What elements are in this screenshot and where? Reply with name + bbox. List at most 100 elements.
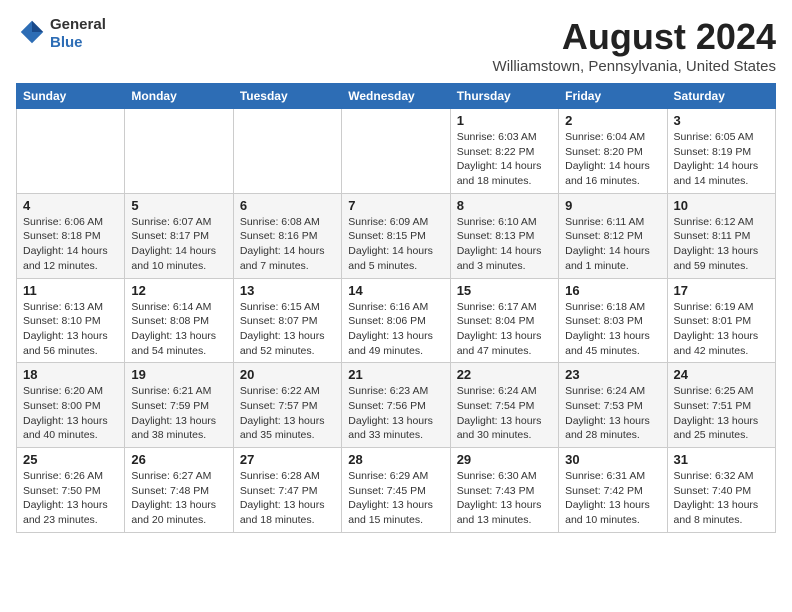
title-block: August 2024 Williamstown, Pennsylvania, … [493, 16, 776, 75]
day-number: 29 [457, 452, 552, 467]
day-number: 26 [131, 452, 226, 467]
day-number: 16 [565, 283, 660, 298]
day-info: Sunrise: 6:24 AMSunset: 7:53 PMDaylight:… [565, 384, 660, 443]
day-number: 4 [23, 198, 118, 213]
day-number: 30 [565, 452, 660, 467]
calendar-cell: 10Sunrise: 6:12 AMSunset: 8:11 PMDayligh… [667, 193, 775, 278]
calendar-week-4: 18 Sunrise: 6:20 AMSunset: 8:00 PMDayligh… [17, 363, 776, 448]
calendar-cell: 2 Sunrise: 6:04 AMSunset: 8:20 PMDaylight… [559, 109, 667, 194]
calendar-cell: 22Sunrise: 6:24 AMSunset: 7:54 PMDayligh… [450, 363, 558, 448]
day-info: Sunrise: 6:10 AMSunset: 8:13 PMDaylight:… [457, 215, 552, 274]
day-number: 25 [23, 452, 118, 467]
day-number: 11 [23, 283, 118, 298]
calendar-cell: 14Sunrise: 6:16 AMSunset: 8:06 PMDayligh… [342, 278, 450, 363]
calendar-week-1: 1 Sunrise: 6:03 AMSunset: 8:22 PMDaylight… [17, 109, 776, 194]
day-info: Sunrise: 6:14 AMSunset: 8:08 PMDaylight:… [131, 300, 226, 359]
day-info: Sunrise: 6:07 AMSunset: 8:17 PMDaylight:… [131, 215, 226, 274]
day-info: Sunrise: 6:26 AMSunset: 7:50 PMDaylight:… [23, 469, 118, 528]
col-friday: Friday [559, 84, 667, 109]
calendar-cell: 27 Sunrise: 6:28 AMSunset: 7:47 PMDayligh… [233, 448, 341, 533]
day-number: 3 [674, 113, 769, 128]
calendar-cell: 13Sunrise: 6:15 AMSunset: 8:07 PMDayligh… [233, 278, 341, 363]
day-info: Sunrise: 6:03 AMSunset: 8:22 PMDaylight:… [457, 130, 552, 189]
col-monday: Monday [125, 84, 233, 109]
calendar-cell: 28 Sunrise: 6:29 AMSunset: 7:45 PMDayligh… [342, 448, 450, 533]
calendar-cell: 3 Sunrise: 6:05 AMSunset: 8:19 PMDaylight… [667, 109, 775, 194]
day-number: 28 [348, 452, 443, 467]
calendar-cell: 20Sunrise: 6:22 AMSunset: 7:57 PMDayligh… [233, 363, 341, 448]
calendar-cell: 8 Sunrise: 6:10 AMSunset: 8:13 PMDaylight… [450, 193, 558, 278]
calendar-cell: 4 Sunrise: 6:06 AMSunset: 8:18 PMDaylight… [17, 193, 125, 278]
calendar-cell: 21 Sunrise: 6:23 AMSunset: 7:56 PMDayligh… [342, 363, 450, 448]
calendar-week-5: 25 Sunrise: 6:26 AMSunset: 7:50 PMDayligh… [17, 448, 776, 533]
day-number: 7 [348, 198, 443, 213]
day-info: Sunrise: 6:11 AMSunset: 8:12 PMDaylight:… [565, 215, 660, 274]
calendar-cell [17, 109, 125, 194]
page-header: General Blue August 2024 Williamstown, P… [16, 16, 776, 75]
day-info: Sunrise: 6:32 AMSunset: 7:40 PMDaylight:… [674, 469, 769, 528]
col-tuesday: Tuesday [233, 84, 341, 109]
day-info: Sunrise: 6:09 AMSunset: 8:15 PMDaylight:… [348, 215, 443, 274]
calendar-cell: 7 Sunrise: 6:09 AMSunset: 8:15 PMDaylight… [342, 193, 450, 278]
day-number: 5 [131, 198, 226, 213]
day-info: Sunrise: 6:20 AMSunset: 8:00 PMDaylight:… [23, 384, 118, 443]
day-info: Sunrise: 6:23 AMSunset: 7:56 PMDaylight:… [348, 384, 443, 443]
day-info: Sunrise: 6:04 AMSunset: 8:20 PMDaylight:… [565, 130, 660, 189]
calendar-cell: 12 Sunrise: 6:14 AMSunset: 8:08 PMDayligh… [125, 278, 233, 363]
day-number: 6 [240, 198, 335, 213]
day-number: 27 [240, 452, 335, 467]
calendar-table: Sunday Monday Tuesday Wednesday Thursday… [16, 83, 776, 533]
day-info: Sunrise: 6:28 AMSunset: 7:47 PMDaylight:… [240, 469, 335, 528]
day-number: 18 [23, 367, 118, 382]
day-number: 1 [457, 113, 552, 128]
day-info: Sunrise: 6:29 AMSunset: 7:45 PMDaylight:… [348, 469, 443, 528]
day-info: Sunrise: 6:08 AMSunset: 8:16 PMDaylight:… [240, 215, 335, 274]
day-number: 2 [565, 113, 660, 128]
calendar-cell: 5 Sunrise: 6:07 AMSunset: 8:17 PMDaylight… [125, 193, 233, 278]
calendar-header: Sunday Monday Tuesday Wednesday Thursday… [17, 84, 776, 109]
header-row: Sunday Monday Tuesday Wednesday Thursday… [17, 84, 776, 109]
day-info: Sunrise: 6:22 AMSunset: 7:57 PMDaylight:… [240, 384, 335, 443]
calendar-cell: 24Sunrise: 6:25 AMSunset: 7:51 PMDayligh… [667, 363, 775, 448]
calendar-cell: 1 Sunrise: 6:03 AMSunset: 8:22 PMDaylight… [450, 109, 558, 194]
subtitle: Williamstown, Pennsylvania, United State… [493, 58, 776, 75]
day-number: 12 [131, 283, 226, 298]
day-number: 23 [565, 367, 660, 382]
col-thursday: Thursday [450, 84, 558, 109]
calendar-cell: 16Sunrise: 6:18 AMSunset: 8:03 PMDayligh… [559, 278, 667, 363]
calendar-cell: 19Sunrise: 6:21 AMSunset: 7:59 PMDayligh… [125, 363, 233, 448]
col-sunday: Sunday [17, 84, 125, 109]
day-info: Sunrise: 6:27 AMSunset: 7:48 PMDaylight:… [131, 469, 226, 528]
logo-blue: Blue [50, 34, 106, 52]
calendar-cell: 25 Sunrise: 6:26 AMSunset: 7:50 PMDayligh… [17, 448, 125, 533]
calendar-cell [233, 109, 341, 194]
day-number: 15 [457, 283, 552, 298]
calendar-cell: 17Sunrise: 6:19 AMSunset: 8:01 PMDayligh… [667, 278, 775, 363]
calendar-cell [125, 109, 233, 194]
day-info: Sunrise: 6:31 AMSunset: 7:42 PMDaylight:… [565, 469, 660, 528]
col-wednesday: Wednesday [342, 84, 450, 109]
logo-icon [18, 18, 46, 46]
day-info: Sunrise: 6:06 AMSunset: 8:18 PMDaylight:… [23, 215, 118, 274]
calendar-cell: 26 Sunrise: 6:27 AMSunset: 7:48 PMDayligh… [125, 448, 233, 533]
day-number: 8 [457, 198, 552, 213]
main-title: August 2024 [493, 16, 776, 58]
day-number: 22 [457, 367, 552, 382]
calendar-cell: 23 Sunrise: 6:24 AMSunset: 7:53 PMDayligh… [559, 363, 667, 448]
day-number: 21 [348, 367, 443, 382]
day-number: 19 [131, 367, 226, 382]
day-info: Sunrise: 6:05 AMSunset: 8:19 PMDaylight:… [674, 130, 769, 189]
col-saturday: Saturday [667, 84, 775, 109]
calendar-cell: 11 Sunrise: 6:13 AMSunset: 8:10 PMDayligh… [17, 278, 125, 363]
calendar-cell: 15 Sunrise: 6:17 AMSunset: 8:04 PMDayligh… [450, 278, 558, 363]
day-info: Sunrise: 6:30 AMSunset: 7:43 PMDaylight:… [457, 469, 552, 528]
day-number: 31 [674, 452, 769, 467]
day-info: Sunrise: 6:13 AMSunset: 8:10 PMDaylight:… [23, 300, 118, 359]
calendar-week-2: 4 Sunrise: 6:06 AMSunset: 8:18 PMDaylight… [17, 193, 776, 278]
day-info: Sunrise: 6:16 AMSunset: 8:06 PMDaylight:… [348, 300, 443, 359]
day-info: Sunrise: 6:17 AMSunset: 8:04 PMDaylight:… [457, 300, 552, 359]
calendar-body: 1 Sunrise: 6:03 AMSunset: 8:22 PMDaylight… [17, 109, 776, 533]
day-info: Sunrise: 6:25 AMSunset: 7:51 PMDaylight:… [674, 384, 769, 443]
day-number: 17 [674, 283, 769, 298]
day-info: Sunrise: 6:12 AMSunset: 8:11 PMDaylight:… [674, 215, 769, 274]
